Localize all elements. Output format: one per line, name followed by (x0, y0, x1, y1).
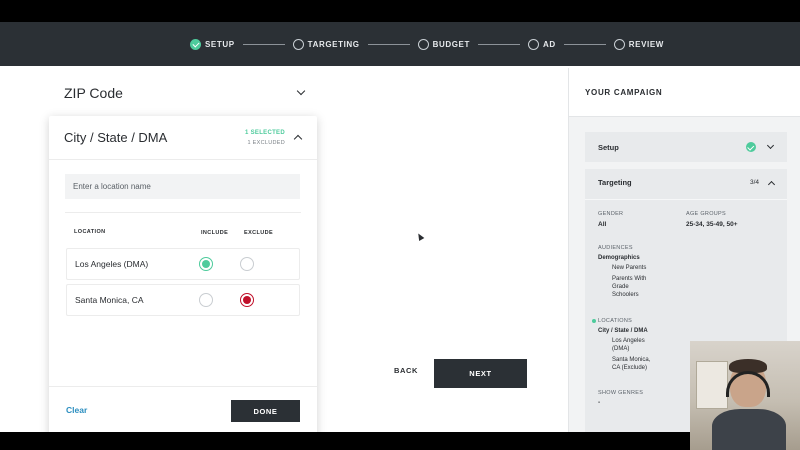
audiences-label: AUDIENCES (598, 245, 633, 251)
show-genres-value: - (598, 399, 601, 406)
gender-value: All (598, 221, 607, 228)
circle-icon (527, 38, 539, 50)
demographics-label: Demographics (598, 255, 640, 261)
exclude-radio[interactable] (240, 257, 254, 271)
step-connector (242, 43, 285, 45)
presenter-body (712, 409, 786, 450)
mouse-cursor-icon (415, 231, 425, 242)
zip-code-title: ZIP Code (64, 85, 123, 101)
location-item: Los Angeles (612, 338, 645, 344)
table-row: Los Angeles (DMA) (66, 248, 300, 280)
column-exclude: EXCLUDE (244, 230, 274, 236)
excluded-count: 1 EXCLUDED (247, 139, 285, 146)
circle-icon (292, 38, 304, 50)
step-label: AD (542, 39, 556, 49)
location-item: Santa Monica, (612, 357, 651, 363)
show-genres-label: SHOW GENRES (598, 390, 644, 396)
step-label: BUDGET (432, 39, 470, 49)
step-review[interactable]: REVIEW (613, 38, 664, 50)
card-footer: Clear DONE (49, 386, 317, 432)
step-connector (367, 43, 410, 45)
location-search-input[interactable] (65, 174, 300, 199)
done-button[interactable]: DONE (231, 400, 300, 422)
divider (65, 212, 301, 213)
step-setup[interactable]: SETUP (190, 38, 235, 50)
audience-item: Schoolers (612, 292, 639, 298)
progress-steps: SETUP TARGETING BUDGET AD REVIEW (190, 22, 664, 66)
check-circle-icon (190, 38, 201, 50)
location-table-header: LOCATION INCLUDE EXCLUDE (74, 229, 300, 239)
stepper-bar: SETUP TARGETING BUDGET AD REVIEW (0, 22, 800, 66)
location-name: Santa Monica, CA (75, 295, 144, 305)
section-status (746, 141, 775, 152)
selected-count: 1 SELECTED (244, 129, 285, 136)
check-circle-icon (746, 142, 756, 152)
step-ad[interactable]: AD (527, 38, 556, 50)
age-groups-label: AGE GROUPS (686, 211, 726, 217)
gender-label: GENDER (598, 211, 624, 217)
location-item: (DMA) (612, 346, 630, 352)
exclude-radio[interactable] (240, 293, 254, 307)
location-item: CA (Exclude) (612, 365, 648, 371)
audience-item: Grade (612, 284, 629, 290)
chevron-up-icon[interactable] (293, 134, 303, 144)
targeting-progress: 3/4 (749, 179, 759, 186)
step-label: SETUP (205, 39, 235, 49)
clear-link[interactable]: Clear (66, 405, 87, 415)
wall-art-image (696, 361, 728, 409)
targeting-header-right: 3/4 (749, 179, 776, 188)
circle-icon (613, 38, 625, 50)
city-state-dma-card: City / State / DMA 1 SELECTED 1 EXCLUDED… (49, 116, 317, 432)
zip-code-accordion[interactable]: ZIP Code (64, 82, 306, 104)
back-button[interactable]: BACK (394, 366, 418, 375)
age-groups-value: 25-34, 35-49, 50+ (686, 221, 738, 228)
step-label: REVIEW (628, 39, 664, 49)
step-connector (477, 43, 520, 45)
step-budget[interactable]: BUDGET (417, 38, 470, 50)
letterbox-bottom (0, 432, 800, 450)
status-dot-icon (592, 319, 596, 323)
selection-summary: 1 SELECTED 1 EXCLUDED (245, 128, 285, 148)
audience-item: Parents With (612, 276, 647, 282)
chevron-up-icon (767, 180, 776, 188)
card-header-right: 1 SELECTED 1 EXCLUDED (245, 128, 303, 148)
next-button[interactable]: NEXT (434, 359, 527, 388)
include-radio[interactable] (199, 293, 213, 307)
column-location: LOCATION (74, 229, 106, 235)
webcam-overlay (690, 341, 800, 450)
card-title: City / State / DMA (64, 130, 168, 145)
step-connector (563, 43, 606, 45)
panel-title: YOUR CAMPAIGN (585, 88, 663, 97)
column-include: INCLUDE (201, 230, 229, 236)
chevron-down-icon (296, 86, 306, 96)
chevron-down-icon (766, 141, 775, 149)
table-row: Santa Monica, CA (66, 284, 300, 316)
step-label: TARGETING (307, 39, 360, 49)
step-targeting[interactable]: TARGETING (292, 38, 360, 50)
section-title: Targeting (598, 178, 632, 187)
audience-item: New Parents (612, 265, 647, 271)
main-content: ZIP Code City / State / DMA 1 SELECTED 1… (0, 66, 800, 432)
circle-icon (417, 38, 429, 50)
locations-label: LOCATIONS (598, 318, 633, 324)
include-radio[interactable] (199, 257, 213, 271)
setup-section[interactable]: Setup (585, 132, 787, 162)
section-title: Setup (598, 142, 619, 152)
divider (585, 199, 787, 200)
targeting-header[interactable]: Targeting 3/4 (598, 178, 776, 188)
card-header[interactable]: City / State / DMA 1 SELECTED 1 EXCLUDED (49, 116, 317, 160)
location-name: Los Angeles (DMA) (75, 259, 149, 269)
location-type: City / State / DMA (598, 328, 648, 334)
